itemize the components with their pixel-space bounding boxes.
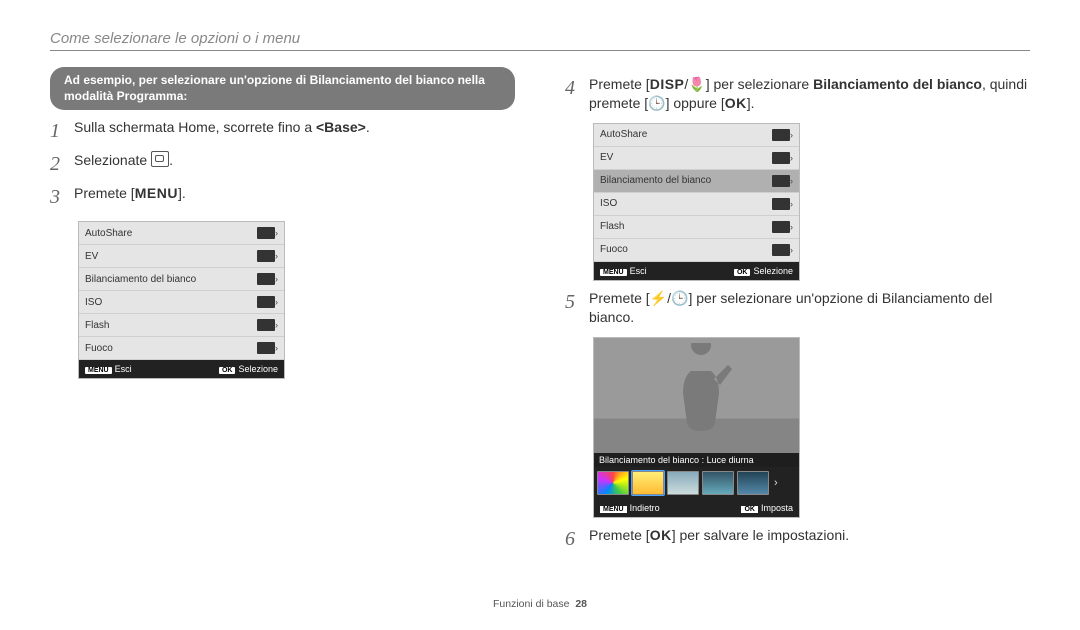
step-number: 5 <box>565 289 579 316</box>
menu-item-label[interactable]: Bilanciamento del bianco <box>600 175 772 186</box>
wb-thumb-cloudy[interactable] <box>667 471 699 495</box>
timer-icon: 🕒 <box>671 290 688 306</box>
wb-thumb-auto[interactable] <box>597 471 629 495</box>
menu-item-label[interactable]: EV <box>85 251 257 262</box>
setting-value-icon <box>772 244 790 256</box>
chevron-right-icon: › <box>275 228 278 238</box>
menu-footer-tag: OK <box>219 367 236 374</box>
menu-footer-tag: OK <box>734 269 751 276</box>
wb-caption: Bilanciamento del bianco : Luce diurna <box>594 453 799 467</box>
setting-value-icon <box>257 250 275 262</box>
step-number: 2 <box>50 151 64 178</box>
wb-footer-tag: OK <box>741 506 758 513</box>
step-4-text: Premete [DISP/🌷] per selezionare Bilanci… <box>589 75 1030 113</box>
step-1-text: Sulla schermata Home, scorrete fino a <B… <box>74 118 370 137</box>
chevron-right-icon: › <box>275 297 278 307</box>
wb-thumb-fluorescent-l[interactable] <box>737 471 769 495</box>
menu-item-label[interactable]: Fuoco <box>600 244 772 255</box>
ok-button-token: OK <box>725 95 747 111</box>
flash-icon: ⚡ <box>650 290 667 306</box>
setting-value-icon <box>772 198 790 210</box>
menu-footer-exit[interactable]: Esci <box>630 266 647 276</box>
chevron-right-icon: › <box>275 343 278 353</box>
menu-button-token: MENU <box>135 185 178 201</box>
menu-item-label[interactable]: Bilanciamento del bianco <box>85 274 257 285</box>
menu-item-label[interactable]: AutoShare <box>600 129 772 140</box>
menu-item-label[interactable]: ISO <box>85 297 257 308</box>
divider <box>50 50 1030 51</box>
menu-item-label[interactable]: EV <box>600 152 772 163</box>
menu-footer-select[interactable]: Selezione <box>238 364 278 374</box>
step-number: 6 <box>565 526 579 553</box>
menu-item-label[interactable]: AutoShare <box>85 228 257 239</box>
chevron-right-icon: › <box>790 176 793 186</box>
step-3-text: Premete [MENU]. <box>74 184 186 203</box>
setting-value-icon <box>772 152 790 164</box>
step-2-text: Selezionate . <box>74 151 173 170</box>
menu-item-label[interactable]: Flash <box>85 320 257 331</box>
setting-value-icon <box>257 273 275 285</box>
menu-footer-tag: MENU <box>600 269 627 276</box>
wb-thumb-fluorescent-h[interactable] <box>702 471 734 495</box>
wb-footer-back[interactable]: Indietro <box>630 503 660 513</box>
example-pill: Ad esempio, per selezionare un'opzione d… <box>50 67 515 110</box>
chevron-right-icon: › <box>790 153 793 163</box>
chevron-right-icon: › <box>790 245 793 255</box>
setting-value-icon <box>257 227 275 239</box>
step-number: 4 <box>565 75 579 102</box>
setting-value-icon <box>257 296 275 308</box>
menu-footer-select[interactable]: Selezione <box>753 266 793 276</box>
section-title: Come selezionare le opzioni o i menu <box>50 30 1030 47</box>
menu-item-label[interactable]: Fuoco <box>85 343 257 354</box>
wb-footer-tag: MENU <box>600 506 627 513</box>
menu-footer-exit[interactable]: Esci <box>115 364 132 374</box>
chevron-right-icon: › <box>790 130 793 140</box>
wb-footer-set[interactable]: Imposta <box>761 503 793 513</box>
ok-button-token: OK <box>650 527 672 543</box>
chevron-right-icon: › <box>275 251 278 261</box>
wb-preview-panel: Bilanciamento del bianco : Luce diurna ›… <box>593 337 800 518</box>
wb-preview-scene <box>594 338 799 453</box>
step-6-text: Premete [OK] per salvare le impostazioni… <box>589 526 849 545</box>
setting-value-icon <box>772 221 790 233</box>
disp-button-token: DISP <box>650 76 685 92</box>
setting-value-icon <box>257 342 275 354</box>
right-column: 4 Premete [DISP/🌷] per selezionare Bilan… <box>565 67 1030 559</box>
menu-item-label[interactable]: Flash <box>600 221 772 232</box>
setting-value-icon <box>772 175 790 187</box>
menu-footer-tag: MENU <box>85 367 112 374</box>
program-mode-icon <box>151 151 169 167</box>
wb-thumb-daylight[interactable] <box>632 471 664 495</box>
timer-icon: 🕒 <box>648 95 665 111</box>
menu-panel-b: AutoShare › EV › Bilanciamento del bianco ›… <box>593 123 800 281</box>
step-number: 3 <box>50 184 64 211</box>
step-5-text: Premete [⚡/🕒] per selezionare un'opzione… <box>589 289 1030 327</box>
chevron-right-icon[interactable]: › <box>772 477 780 489</box>
menu-item-label[interactable]: ISO <box>600 198 772 209</box>
page-footer: Funzioni di base 28 <box>0 598 1080 610</box>
macro-icon: 🌷 <box>688 76 705 92</box>
chevron-right-icon: › <box>790 199 793 209</box>
chevron-right-icon: › <box>275 320 278 330</box>
wb-thumb-strip: › <box>594 467 799 499</box>
setting-value-icon <box>772 129 790 141</box>
setting-value-icon <box>257 319 275 331</box>
step-number: 1 <box>50 118 64 145</box>
left-column: Ad esempio, per selezionare un'opzione d… <box>50 67 515 559</box>
chevron-right-icon: › <box>790 222 793 232</box>
chevron-right-icon: › <box>275 274 278 284</box>
silhouette-icon <box>666 343 736 443</box>
menu-panel-a: AutoShare › EV › Bilanciamento del bianco ›… <box>78 221 285 379</box>
